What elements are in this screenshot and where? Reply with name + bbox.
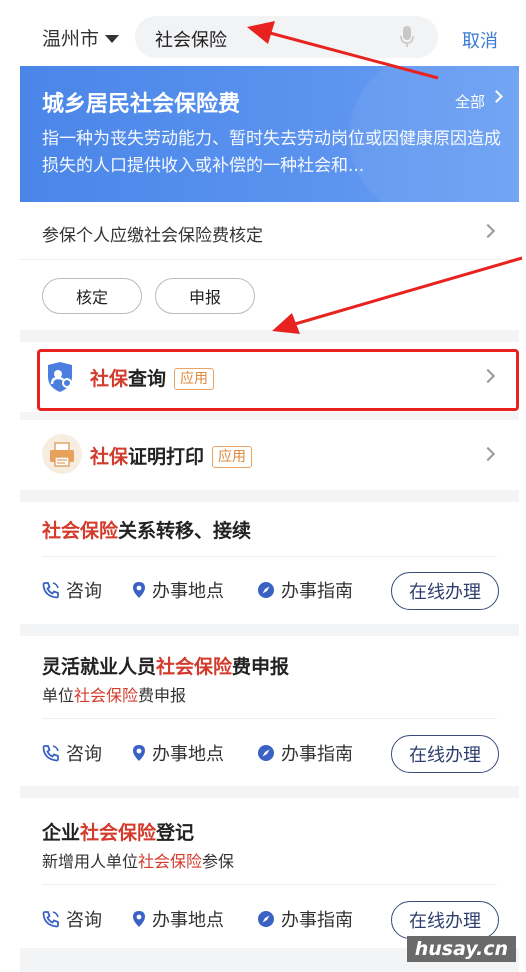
annotation-arrowhead bbox=[247, 21, 275, 44]
annotation-arrow-line bbox=[269, 31, 439, 80]
annotation-arrows bbox=[247, 21, 523, 334]
watermark: husay.cn bbox=[406, 936, 516, 962]
annotation-arrow-line bbox=[294, 256, 523, 326]
annotation-arrowhead bbox=[272, 313, 300, 334]
